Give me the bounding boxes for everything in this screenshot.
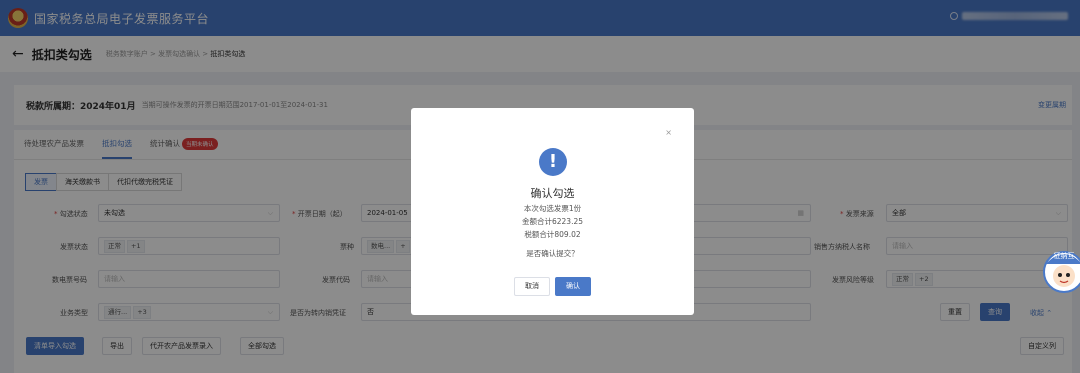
dialog-tax: 税额合计809.02 [524, 230, 581, 239]
dialog-amount: 金额合计6223.25 [521, 217, 583, 226]
dialog-question: 是否确认提交？ [526, 249, 579, 258]
info-icon: ! [539, 148, 567, 176]
cancel-button[interactable]: 取消 [514, 277, 550, 296]
mascot-label: 征纳互 [1054, 251, 1075, 260]
confirm-dialog: × ! 确认勾选 本次勾选发票1份 金额合计6223.25 税额合计809.02… [411, 108, 694, 315]
dialog-title: 确认勾选 [530, 187, 575, 200]
close-icon[interactable]: × [665, 128, 672, 137]
assistant-mascot-icon[interactable]: 征纳互 [1040, 242, 1080, 296]
confirm-button[interactable]: 确认 [555, 277, 591, 296]
dialog-count: 本次勾选发票1份 [523, 204, 582, 213]
